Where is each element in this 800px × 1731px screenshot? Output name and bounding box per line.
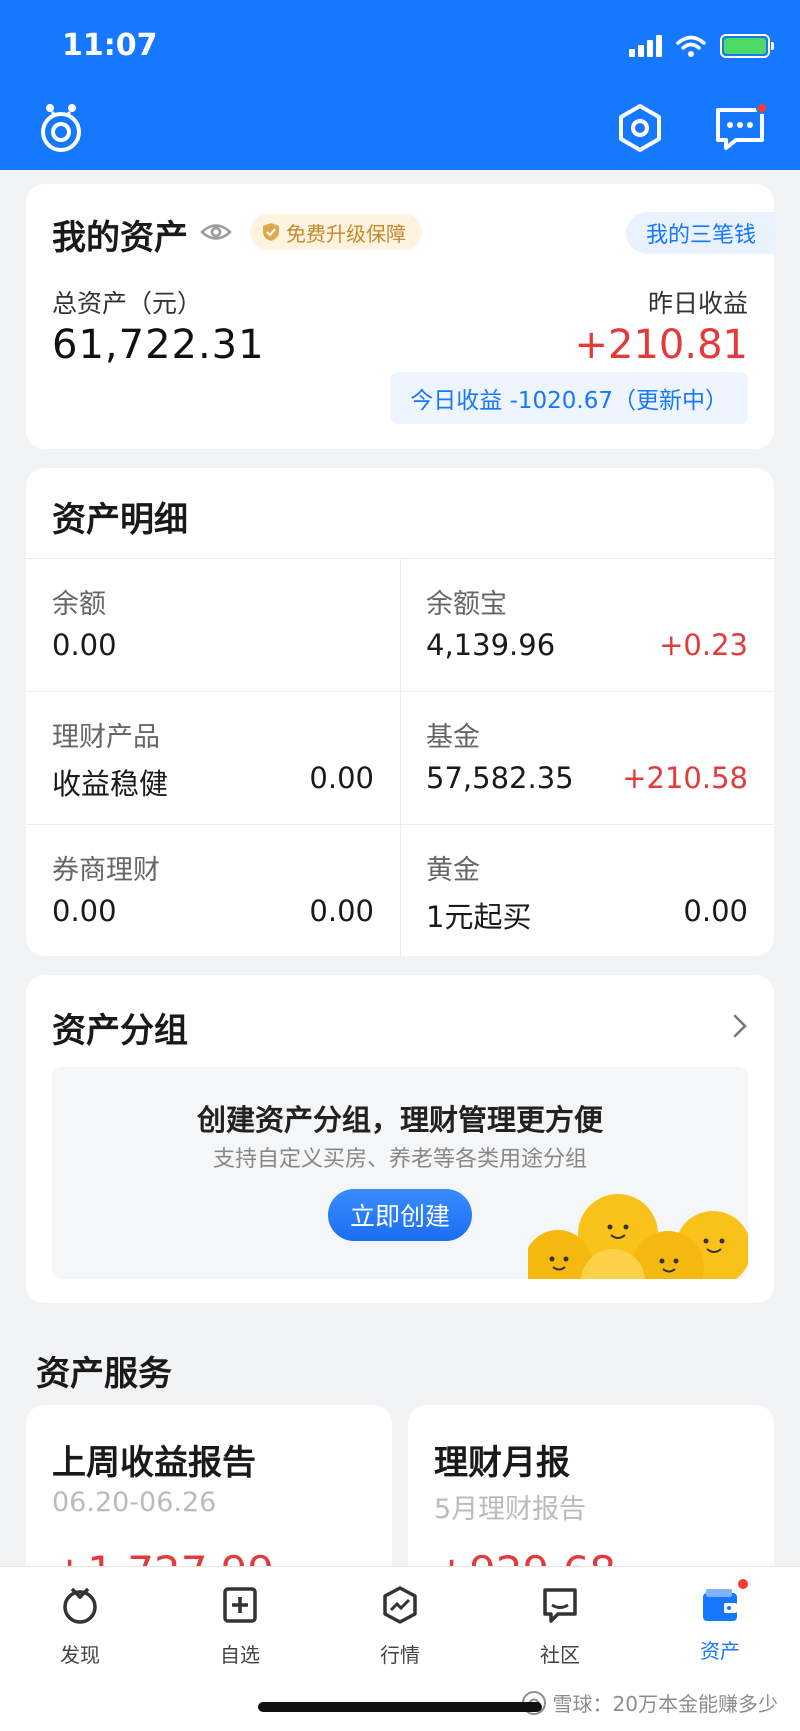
promo-subtitle: 支持自定义买房、养老等各类用途分组 xyxy=(212,1147,587,1172)
tab-label: 社区 xyxy=(540,1643,580,1667)
asset-groups-title[interactable]: 资产分组 xyxy=(52,1003,188,1052)
asset-cell-gold[interactable]: 黄金 1元起买 0.00 xyxy=(400,824,774,957)
cell-value: 1元起买 xyxy=(426,900,532,934)
service-subtitle: 06.20-06.26 xyxy=(52,1487,217,1518)
tab-market[interactable]: 行情 xyxy=(320,1585,480,1668)
yesterday-income-label: 昨日收益 xyxy=(647,289,748,318)
cell-amount: 0.00 xyxy=(683,894,748,928)
badge-label: 免费升级保障 xyxy=(286,221,406,246)
asset-cell-yuebao[interactable]: 余额宝 4,139.96 +0.23 xyxy=(400,558,774,691)
create-group-button[interactable]: 立即创建 xyxy=(328,1189,472,1241)
tab-watchlist[interactable]: 自选 xyxy=(160,1585,320,1668)
promo-title: 创建资产分组，理财管理更方便 xyxy=(196,1103,603,1137)
cell-name: 余额 xyxy=(52,589,106,620)
tab-label: 自选 xyxy=(220,1643,260,1667)
home-indicator xyxy=(258,1702,542,1712)
upgrade-badge[interactable]: 免费升级保障 xyxy=(250,214,422,250)
tab-label: 发现 xyxy=(60,1643,100,1667)
total-assets-value: 61,722.31 xyxy=(52,322,265,368)
status-time: 11:07 xyxy=(62,28,158,63)
chat-icon xyxy=(543,1588,577,1623)
app-header: 11:07 xyxy=(0,0,800,170)
today-income[interactable]: 今日收益 -1020.67（更新中） xyxy=(390,372,748,424)
service-title: 理财月报 xyxy=(434,1443,570,1483)
wifi-icon xyxy=(676,35,706,57)
service-title: 上周收益报告 xyxy=(52,1443,256,1483)
asset-services-title: 资产服务 xyxy=(36,1354,172,1394)
cell-value: 0.00 xyxy=(52,628,117,662)
hexagon-settings-icon[interactable] xyxy=(612,100,668,156)
eye-icon[interactable] xyxy=(200,222,232,242)
asset-details-card: 资产明细 余额 0.00 余额宝 4,139.96 +0.23 理财产品 收益稳… xyxy=(26,468,774,956)
tab-label: 资产 xyxy=(700,1639,740,1663)
signal-icon xyxy=(629,35,662,57)
tab-community[interactable]: 社区 xyxy=(480,1585,640,1668)
discover-icon xyxy=(63,1587,97,1624)
tab-label: 行情 xyxy=(380,1643,420,1667)
status-icons xyxy=(629,34,774,58)
cell-name: 基金 xyxy=(426,722,480,753)
battery-icon xyxy=(720,34,774,58)
asset-cell-balance[interactable]: 余额 0.00 xyxy=(26,558,400,691)
three-money-link[interactable]: 我的三笔钱 xyxy=(625,212,776,254)
notification-dot xyxy=(756,102,768,114)
service-subtitle: 5月理财报告 xyxy=(434,1494,587,1525)
my-assets-title: 我的资产 xyxy=(52,218,188,258)
yesterday-income-value: +210.81 xyxy=(574,322,748,368)
watermark-text: 雪球：20万本金能赚多少 xyxy=(552,1692,778,1716)
shield-icon xyxy=(263,223,279,241)
ant-logo-icon[interactable] xyxy=(36,100,86,154)
cell-change: +0.23 xyxy=(659,628,748,662)
my-assets-card: 我的资产 免费升级保障 我的三笔钱 总资产（元） 61,722.31 昨日收益 … xyxy=(26,184,776,449)
wallet-icon xyxy=(700,1579,748,1625)
cell-name: 券商理财 xyxy=(52,855,160,886)
create-group-promo: 创建资产分组，理财管理更方便 支持自定义买房、养老等各类用途分组 立即创建 xyxy=(52,1067,748,1279)
asset-cell-broker[interactable]: 券商理财 0.00 0.00 xyxy=(26,824,400,957)
cell-name: 理财产品 xyxy=(52,722,160,753)
tab-assets[interactable]: 资产 xyxy=(640,1579,800,1664)
total-assets-label: 总资产（元） xyxy=(52,289,203,318)
tab-discover[interactable]: 发现 xyxy=(0,1585,160,1668)
asset-details-title: 资产明细 xyxy=(52,500,188,540)
cell-value: 4,139.96 xyxy=(426,628,556,662)
asset-cell-fund[interactable]: 基金 57,582.35 +210.58 xyxy=(400,691,774,824)
message-button[interactable] xyxy=(712,100,768,156)
cell-name: 黄金 xyxy=(426,855,480,886)
asset-cell-wealth[interactable]: 理财产品 收益稳健 0.00 xyxy=(26,691,400,824)
smiling-coins-icon xyxy=(528,1194,748,1279)
cell-value: 收益稳健 xyxy=(52,767,169,801)
trend-hexagon-icon xyxy=(383,1586,417,1624)
watermark: 雪球：20万本金能赚多少 xyxy=(521,1688,778,1717)
cell-value: 57,582.35 xyxy=(426,761,574,795)
notification-dot xyxy=(738,1579,748,1589)
asset-groups-card: 资产分组 创建资产分组，理财管理更方便 支持自定义买房、养老等各类用途分组 立即… xyxy=(26,975,774,1303)
chevron-right-icon[interactable] xyxy=(732,1013,748,1039)
cell-value: 0.00 xyxy=(52,894,117,928)
cell-name: 余额宝 xyxy=(426,589,507,620)
cell-amount: 0.00 xyxy=(309,894,374,928)
cell-amount: 0.00 xyxy=(309,761,374,795)
add-square-icon xyxy=(223,1587,257,1623)
cell-change: +210.58 xyxy=(622,761,748,795)
